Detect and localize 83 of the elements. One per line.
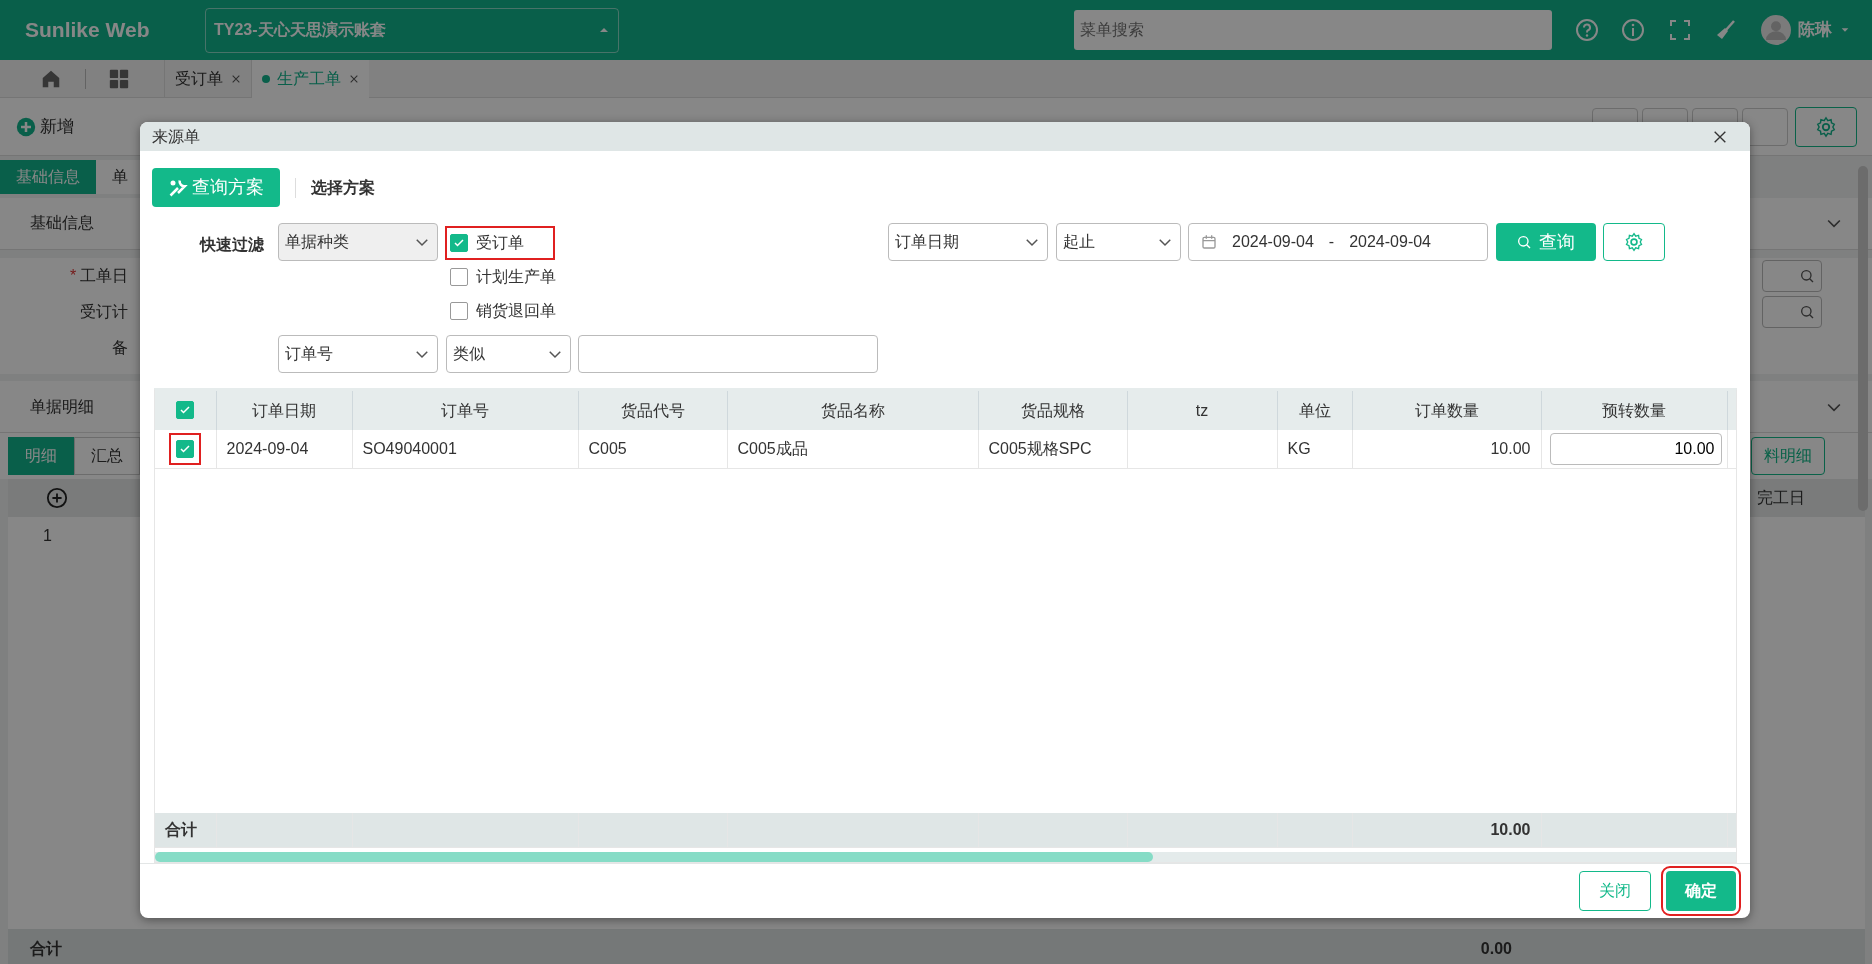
grid-icon[interactable] — [108, 67, 130, 90]
column-header: 订单日期 — [216, 391, 352, 431]
filter-input[interactable] — [578, 335, 878, 374]
select-scheme-link[interactable]: 选择方案 — [311, 175, 375, 200]
search-field[interactable] — [1762, 259, 1822, 292]
check-icon — [179, 442, 192, 455]
total-value: 10.00 — [1490, 820, 1531, 838]
dialog-title: 来源单 — [152, 126, 200, 147]
search-icon — [1515, 234, 1532, 251]
check-icon — [179, 403, 192, 416]
select-field[interactable]: 订单日期 — [888, 223, 1048, 262]
select-field[interactable]: 类似 — [445, 335, 571, 374]
date-range-field[interactable]: 2024-09-04 - 2024-09-04 — [1188, 223, 1488, 262]
date-value: 2024-09-04 — [1349, 232, 1431, 253]
column-header: 单位 — [1277, 391, 1352, 431]
checkbox[interactable] — [450, 302, 468, 321]
query-scheme-button[interactable]: 查询方案 — [152, 168, 280, 208]
required-marker: * — [70, 265, 77, 286]
close-button[interactable]: 关闭 — [1579, 871, 1651, 912]
select-field[interactable]: 单据种类 — [278, 223, 438, 262]
new-button[interactable]: 新增 — [15, 112, 75, 141]
settings-button[interactable] — [1603, 223, 1665, 262]
add-row-icon[interactable] — [45, 487, 68, 509]
table-cell: C005 — [588, 439, 627, 457]
scrollbar[interactable] — [155, 852, 1153, 863]
table-cell: 2024-09-04 — [226, 439, 309, 457]
row-number: 1 — [42, 526, 53, 546]
settings-icon — [1624, 232, 1644, 253]
page-tab[interactable]: 受订单 — [164, 59, 251, 98]
table-cell: C005规格SPC — [988, 439, 1092, 457]
search-field[interactable]: 菜单搜索 — [1074, 10, 1552, 50]
field-label: 受订计 — [80, 301, 128, 322]
table-cell: C005成品 — [737, 439, 808, 457]
search-icon — [1799, 267, 1815, 284]
help-icon[interactable] — [1574, 18, 1599, 42]
column-header: 货品规格 — [978, 391, 1127, 431]
field-label: 备 — [112, 337, 128, 358]
section-title: 单据明细 — [30, 396, 94, 417]
avatar-icon[interactable] — [1760, 15, 1791, 45]
total-label: 合计 — [165, 820, 197, 838]
column-header: 货品代号 — [578, 391, 727, 431]
detail-tab[interactable]: 汇总 — [73, 437, 140, 475]
column-header: 订单数量 — [1352, 391, 1541, 431]
settings-icon — [1815, 115, 1837, 138]
select-field[interactable]: 起止 — [1055, 223, 1181, 262]
search-field[interactable] — [1762, 295, 1822, 328]
tools-icon — [168, 177, 189, 198]
section-title: 基础信息 — [30, 213, 94, 233]
column-header: 预转数量 — [1541, 391, 1727, 431]
scrollbar[interactable] — [1858, 166, 1868, 511]
account-name: TY23-天心天思演示账套 — [214, 20, 386, 40]
total-value: 0.00 — [1480, 939, 1512, 959]
status-dot — [261, 74, 270, 83]
filter-label: 快速过滤 — [198, 235, 265, 256]
calendar-icon — [1201, 234, 1217, 251]
checkbox[interactable] — [176, 439, 195, 458]
info-icon[interactable] — [1621, 18, 1645, 42]
checkbox[interactable] — [450, 268, 468, 287]
search-button[interactable]: 查询 — [1495, 223, 1596, 262]
fullscreen-icon[interactable] — [1667, 18, 1692, 42]
brand-logo: Sunlike Web — [24, 17, 151, 44]
table-cell: KG — [1287, 439, 1311, 457]
table-cell: 10.00 — [1490, 439, 1531, 457]
select-field[interactable]: 订单号 — [278, 335, 438, 374]
column-header: 货品名称 — [727, 391, 978, 431]
check-icon — [453, 237, 465, 250]
field-label: 工单日 — [80, 265, 128, 286]
settings-button[interactable] — [1795, 106, 1857, 147]
total-label: 合计 — [30, 939, 62, 959]
column-header: 完工日 — [1756, 488, 1805, 508]
date-value: 2024-09-04 — [1232, 232, 1314, 253]
table-cell: SO49040001 — [362, 439, 457, 457]
checkbox-label[interactable]: 销货退回单 — [475, 299, 556, 324]
checkbox-label[interactable]: 计划生产单 — [475, 265, 556, 290]
column-header: tz — [1127, 391, 1277, 431]
checkbox-label[interactable]: 受订单 — [475, 231, 524, 256]
quantity-input[interactable]: 10.00 — [1549, 432, 1722, 465]
plus-circle-icon — [16, 116, 36, 137]
column-header: 订单号 — [352, 391, 578, 431]
checkbox[interactable] — [450, 234, 468, 253]
checkbox[interactable] — [176, 400, 195, 419]
search-icon — [1799, 303, 1815, 320]
date-separator: - — [1328, 232, 1335, 253]
